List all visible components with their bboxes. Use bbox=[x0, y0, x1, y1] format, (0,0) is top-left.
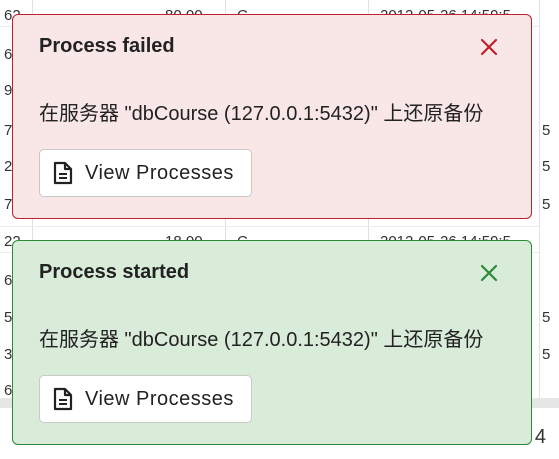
view-processes-label: View Processes bbox=[85, 161, 234, 184]
close-icon[interactable] bbox=[477, 261, 501, 285]
toast-title: Process failed bbox=[39, 35, 175, 57]
toast-message: 在服务器 "dbCourse (127.0.0.1:5432)" 上还原备份 bbox=[39, 329, 484, 351]
toast-process-failed: Process failed 在服务器 "dbCourse (127.0.0.1… bbox=[12, 14, 532, 219]
grid-cell: 5 bbox=[542, 122, 551, 139]
pagination-page-number[interactable]: 4 bbox=[535, 426, 546, 449]
view-processes-button[interactable]: View Processes bbox=[39, 149, 252, 197]
grid-cell: 5 bbox=[542, 309, 551, 326]
grid-row-divider bbox=[0, 226, 539, 227]
toast-title: Process started bbox=[39, 261, 190, 283]
close-icon[interactable] bbox=[477, 35, 501, 59]
document-icon bbox=[52, 161, 74, 185]
grid-column-divider bbox=[539, 0, 540, 399]
grid-cell: 5 bbox=[542, 346, 551, 363]
document-icon bbox=[52, 387, 74, 411]
view-processes-label: View Processes bbox=[85, 387, 234, 410]
grid-cell: 5 bbox=[542, 196, 551, 213]
grid-cell: 5 bbox=[542, 158, 551, 175]
toast-message: 在服务器 "dbCourse (127.0.0.1:5432)" 上还原备份 bbox=[39, 103, 484, 125]
view-processes-button[interactable]: View Processes bbox=[39, 375, 252, 423]
toast-process-started: Process started 在服务器 "dbCourse (127.0.0.… bbox=[12, 240, 532, 445]
